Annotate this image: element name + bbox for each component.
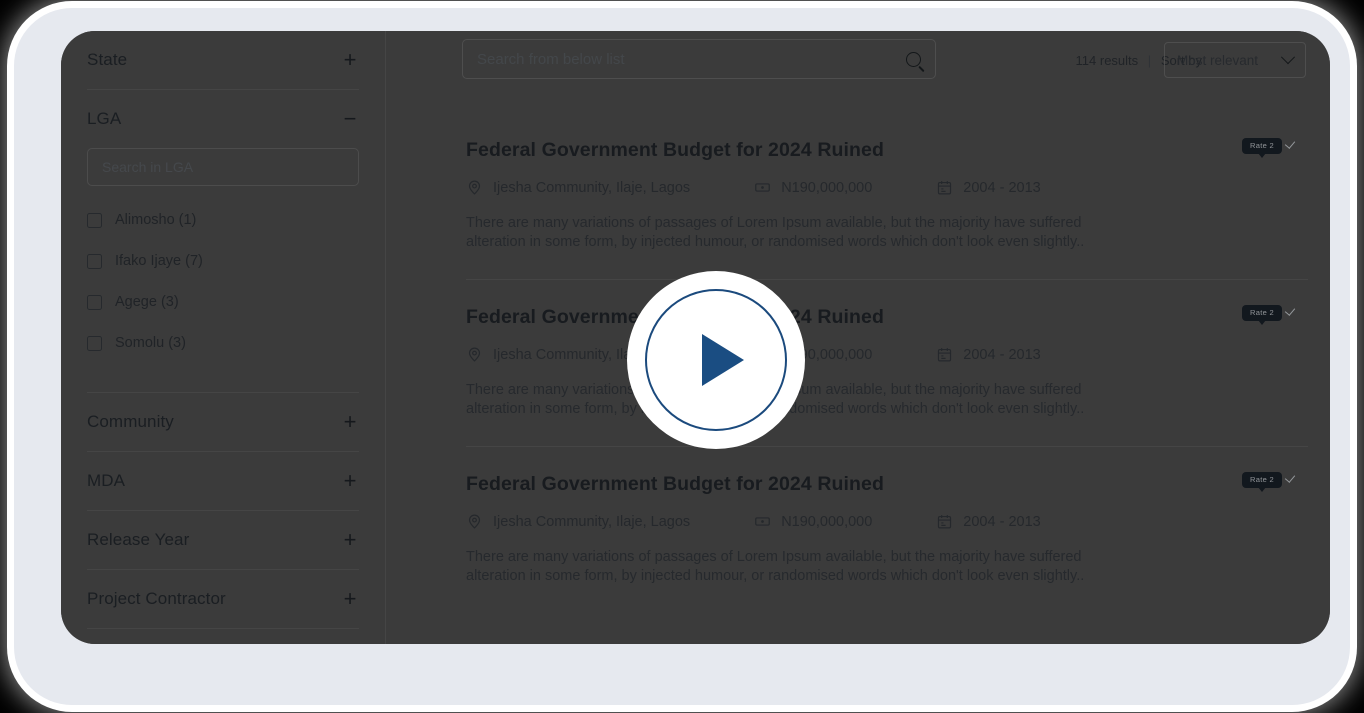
facet-community-title: Community [87,412,174,431]
facet-community: Community + [87,393,359,452]
results-list: Federal Government Budget for 2024 Ruine… [386,113,1330,644]
list-search-input[interactable] [477,50,906,68]
result-period: 2004 - 2013 [936,513,1041,530]
checkbox-icon[interactable] [87,212,102,228]
lga-option-label: Alimosho (1) [115,212,197,228]
facet-release-year-header[interactable]: Release Year + [87,511,359,569]
banknote-icon [755,517,771,526]
facet-state: State + [87,31,359,90]
main-content: 114 results | Sort by Most relevant Fede… [386,31,1330,644]
facet-lga: LGA − Alimosho (1) Ifako Ijay [87,90,359,393]
play-triangle-icon [702,334,744,386]
lga-search-input[interactable] [87,148,359,186]
device-frame: State + LGA − Alim [14,8,1350,705]
result-period: 2004 - 2013 [936,346,1041,363]
rate-badge[interactable]: Rate 2 [1234,469,1290,492]
lga-option-list: Alimosho (1) Ifako Ijaye (7) Agege (3) S… [87,208,359,355]
location-pin-icon [468,180,481,195]
result-card[interactable]: Federal Government Budget for 2024 Ruine… [466,113,1308,280]
result-location-text: Ijesha Community, Ilaje, Lagos [493,513,691,530]
result-title[interactable]: Federal Government Budget for 2024 Ruine… [466,139,1308,162]
result-location-text: Ijesha Community, Ilaje, Lagos [493,179,691,196]
filters-sidebar: State + LGA − Alim [61,31,386,644]
plus-icon[interactable]: + [341,411,359,433]
facet-state-title: State [87,50,128,69]
result-description: There are many variations of passages of… [466,549,1085,584]
facet-state-header[interactable]: State + [87,31,359,89]
result-period-text: 2004 - 2013 [963,513,1041,530]
location-pin-icon [468,347,481,362]
facet-mda-title: MDA [87,471,126,490]
rate-tooltip-label: Rate 2 [1242,472,1282,492]
rate-badge[interactable]: Rate 2 [1234,135,1290,158]
facet-community-header[interactable]: Community + [87,393,359,451]
plus-icon[interactable]: + [341,470,359,492]
plus-icon[interactable]: + [341,49,359,71]
minus-icon[interactable]: − [341,108,359,130]
search-icon[interactable] [906,51,921,67]
lga-option-ifako-ijaye[interactable]: Ifako Ijaye (7) [87,249,359,273]
rate-tooltip-label: Rate 2 [1242,305,1282,325]
facet-project-contractor-header[interactable]: Project Contractor + [87,570,359,628]
lga-option-label: Agege (3) [115,294,179,310]
sort-dropdown-value: Most relevant [1177,52,1259,68]
result-period: 2004 - 2013 [936,179,1041,196]
result-location: Ijesha Community, Ilaje, Lagos [466,513,690,530]
lga-option-somolu[interactable]: Somolu (3) [87,331,359,355]
plus-icon[interactable]: + [341,529,359,551]
result-card[interactable]: Federal Government Budget for 2024 Ruine… [466,447,1308,613]
facet-lga-body: Alimosho (1) Ifako Ijaye (7) Agege (3) [87,148,359,392]
result-title[interactable]: Federal Government Budget for 2024 Ruine… [466,306,1308,329]
result-amount-text: N190,000,000 [781,179,873,196]
lga-option-alimosho[interactable]: Alimosho (1) [87,208,359,232]
rate-badge[interactable]: Rate 2 [1234,302,1290,325]
facet-project-contractor-title: Project Contractor [87,589,226,608]
results-count: 114 results [1075,53,1139,68]
lga-option-agege[interactable]: Agege (3) [87,290,359,314]
result-amount: N190,000,000 [754,513,872,530]
lga-option-label: Somolu (3) [115,335,186,351]
sort-dropdown[interactable]: Most relevant [1164,42,1306,78]
device-screen: State + LGA − Alim [61,31,1330,644]
result-title[interactable]: Federal Government Budget for 2024 Ruine… [466,473,1308,496]
facet-lga-header[interactable]: LGA − [87,90,359,148]
location-pin-icon [468,514,481,529]
lga-option-label: Ifako Ijaye (7) [115,253,203,269]
calendar-icon [938,348,952,362]
calendar-icon [938,515,952,529]
play-video-button[interactable] [627,271,805,449]
result-card[interactable]: Federal Government Budget for 2024 Ruine… [466,280,1308,447]
plus-icon[interactable]: + [341,588,359,610]
result-location: Ijesha Community, Ilaje, Lagos [466,179,690,196]
checkbox-icon[interactable] [87,294,102,310]
calendar-icon [938,181,952,195]
facet-mda: MDA + [87,452,359,511]
facet-project-contractor: Project Contractor + [87,570,359,629]
play-button-ring [645,289,787,431]
facet-release-year-title: Release Year [87,530,190,549]
result-period-text: 2004 - 2013 [963,346,1041,363]
chevron-down-icon[interactable] [1280,50,1296,65]
result-meta: Ijesha Community, Ilaje, Lagos N190,000,… [466,179,1308,196]
checkbox-icon[interactable] [87,335,102,351]
result-meta: Ijesha Community, Ilaje, Lagos N190,000,… [466,346,1308,363]
result-meta: Ijesha Community, Ilaje, Lagos N190,000,… [466,513,1308,530]
result-amount: N190,000,000 [754,179,872,196]
facet-lga-title: LGA [87,109,122,128]
result-description: There are many variations of passages of… [466,215,1085,250]
facet-mda-header[interactable]: MDA + [87,452,359,510]
separator: | [1147,53,1152,68]
banknote-icon [755,183,771,192]
result-period-text: 2004 - 2013 [963,179,1041,196]
list-search-box[interactable] [462,39,936,79]
facet-release-year: Release Year + [87,511,359,570]
results-toolbar: 114 results | Sort by Most relevant [386,31,1330,113]
checkbox-icon[interactable] [87,253,102,269]
rate-tooltip-label: Rate 2 [1242,138,1282,158]
result-amount-text: N190,000,000 [781,513,873,530]
